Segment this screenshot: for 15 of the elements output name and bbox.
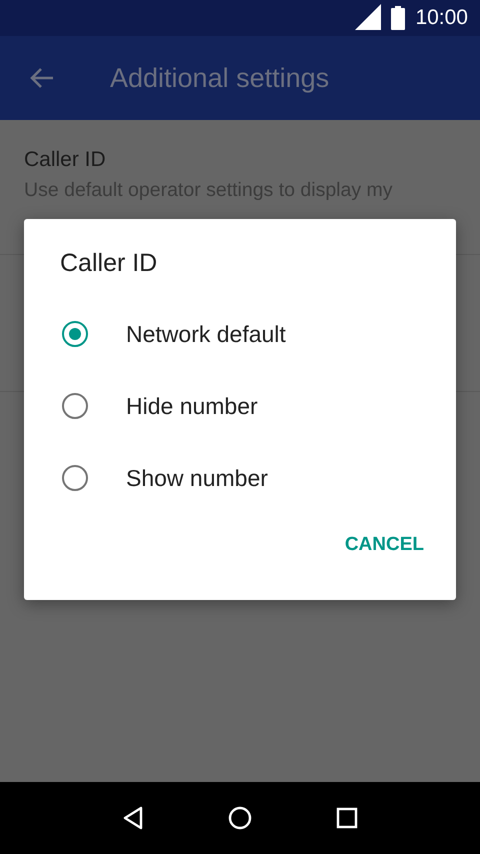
radio-button[interactable]: [62, 393, 88, 419]
home-icon[interactable]: [228, 806, 252, 830]
radio-option[interactable]: Hide number: [62, 370, 420, 442]
app-bar-title: Additional settings: [110, 62, 330, 94]
dialog-title: Caller ID: [60, 249, 158, 278]
radio-option[interactable]: Show number: [62, 442, 420, 514]
recents-icon[interactable]: [336, 807, 358, 829]
radio-button[interactable]: [62, 321, 88, 347]
radio-button[interactable]: [62, 465, 88, 491]
cancel-button[interactable]: CANCEL: [336, 526, 432, 564]
signal-icon: [355, 4, 382, 30]
setting-title: Caller ID: [24, 148, 107, 172]
battery-icon: [391, 6, 406, 30]
radio-option[interactable]: Network default: [62, 298, 420, 370]
status-time: 10:00: [415, 6, 468, 30]
